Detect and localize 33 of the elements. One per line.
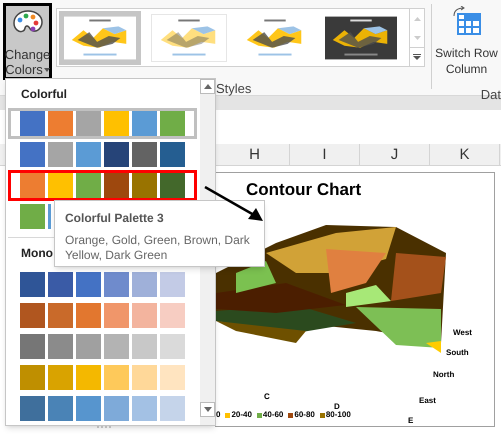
chart-style-thumbnail[interactable] — [62, 14, 138, 62]
axis-label: West — [453, 327, 472, 339]
legend-label: 0 — [216, 409, 220, 421]
tooltip-title: Colorful Palette 3 — [65, 210, 165, 227]
axis-label: North — [433, 369, 454, 381]
section-header: Mono — [21, 244, 53, 262]
legend-label: 20-40 — [231, 409, 252, 421]
axis-label: E — [408, 415, 414, 427]
group-label: Styles — [216, 80, 252, 98]
chart-title: Contour Chart — [246, 179, 362, 201]
legend-label: 40-60 — [262, 409, 284, 421]
column-header[interactable]: K — [430, 144, 500, 165]
axis-label: D — [334, 401, 340, 411]
scroll-down-icon[interactable] — [200, 402, 215, 417]
resize-handle[interactable] — [97, 426, 111, 428]
axis-label: East — [419, 395, 436, 407]
axis-label: South — [446, 347, 469, 359]
scroll-up-icon[interactable] — [200, 79, 215, 94]
column-header[interactable]: J — [360, 144, 430, 165]
column-header[interactable]: H — [220, 144, 290, 165]
table-swap-icon — [452, 6, 482, 36]
section-header: Colorful — [21, 86, 67, 103]
chart-style-thumbnail[interactable] — [323, 14, 399, 62]
legend-label: 80-100 — [326, 409, 351, 421]
group-label: Dat — [480, 86, 501, 104]
chart-style-thumbnail[interactable] — [151, 14, 227, 62]
legend-label: 60-80 — [294, 409, 315, 421]
axis-label: C — [264, 391, 270, 403]
switch-row-column-button[interactable]: Switch Row Column — [435, 0, 498, 77]
caret-icon — [44, 68, 50, 72]
column-header[interactable]: I — [290, 144, 360, 165]
color-palette-option[interactable] — [8, 108, 197, 139]
color-palette-option[interactable] — [8, 170, 197, 201]
